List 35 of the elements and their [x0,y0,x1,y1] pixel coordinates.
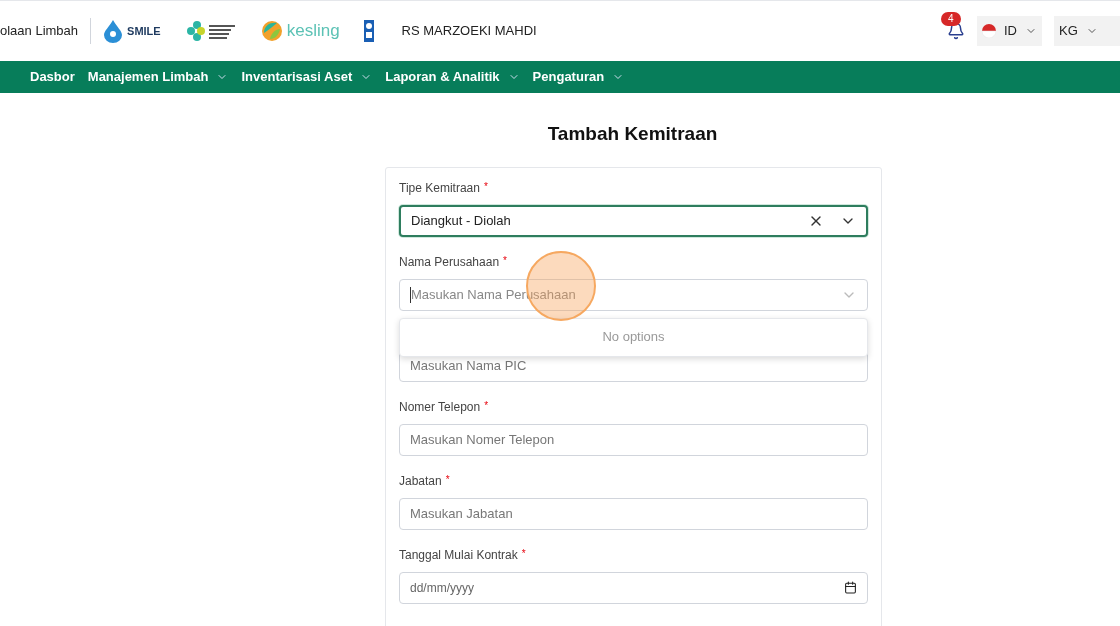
hospital-name: RS MARZOEKI MAHDI [401,22,537,41]
field-label: Nomer Telepon [399,398,481,416]
nav-item[interactable]: Pengaturan [532,67,625,87]
language-selector[interactable]: ID [977,16,1042,46]
calendar-icon[interactable] [844,581,857,594]
flag-icon [982,24,996,38]
logo-text: kesling [286,20,340,43]
required-mark: * [445,472,450,487]
text-field[interactable]: Masukan Nomer Telepon [399,423,868,456]
notification-badge: 4 [941,12,961,26]
nav-item[interactable]: Inventarisasi Aset [241,67,373,87]
user-menu[interactable]: KG [1054,16,1120,46]
nav-item[interactable]: Manajemen Limbah [87,67,229,87]
un-emblem-icon [363,20,374,42]
required-mark: * [483,179,488,194]
text-field[interactable]: Masukan Jabatan [399,497,868,530]
required-mark: * [521,546,526,561]
notification-bell-icon[interactable] [947,22,965,40]
nav-item[interactable]: Laporan & Analitik [385,67,520,87]
nav-item[interactable]: Dasbor [30,67,75,87]
required-mark: * [503,253,507,268]
field-label: Jabatan [399,472,442,490]
date-field[interactable]: dd/mm/yyyy [399,571,868,604]
water-drop-icon [103,19,124,43]
field-label: Tipe Kemitraan [399,179,480,197]
app-name: olaan Limbah [0,18,92,44]
logo-text: SMILE [127,23,161,39]
page-title: Tambah Kemitraan [547,122,718,146]
leaf-logo-icon [260,20,283,42]
ministry-logo-icon [184,19,237,43]
empty-message: No options [602,328,665,347]
required-mark: * [484,398,489,413]
field-label: Tanggal Mulai Kontrak [399,546,518,564]
field-label: Nama Perusahaan [399,253,500,271]
select-field[interactable]: Diangkut - Diolah [399,204,868,237]
